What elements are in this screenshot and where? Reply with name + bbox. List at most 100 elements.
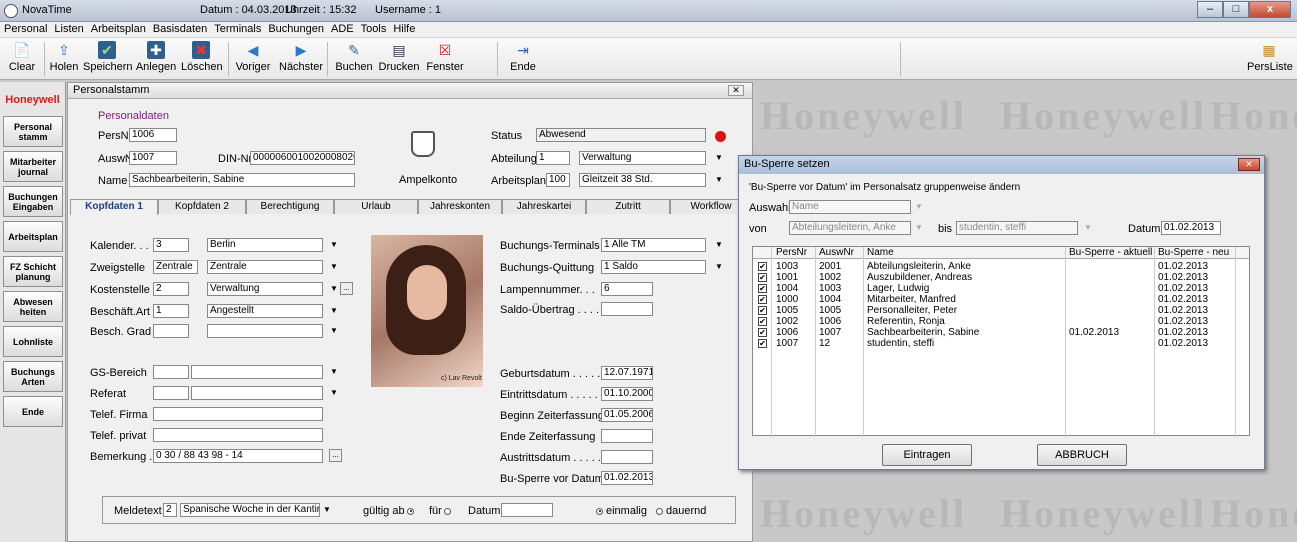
sidebar-item-ende[interactable]: Ende [3, 396, 63, 427]
chevron-down-icon[interactable]: ▼ [714, 240, 724, 250]
table-row[interactable]: ✔ 1002 1006 Referentin, Ronja 01.02.2013 [753, 316, 1249, 327]
referat-nr-field[interactable] [153, 386, 189, 400]
table-row[interactable]: ✔ 1003 2001 Abteilungsleiterin, Anke 01.02.2… [753, 261, 1249, 272]
chevron-down-icon[interactable]: ▼ [914, 223, 924, 233]
sidebar-item-arbeitsplan[interactable]: Arbeitsplan [3, 221, 63, 252]
table-row[interactable]: ✔ 1006 1007 Sachbearbeiterin, Sabine 01.02.2… [753, 327, 1249, 338]
tab-jahreskonten[interactable]: Jahreskonten [418, 199, 502, 214]
name-field[interactable]: Sachbearbeiterin, Sabine [129, 173, 355, 187]
sidebar-item-fz-schichtplanung[interactable]: FZ Schicht planung [3, 256, 63, 287]
saldo-uebertrag-field[interactable] [601, 302, 653, 316]
dialog-datum-field[interactable]: 01.02.2013 [1161, 221, 1221, 235]
sidebar-item-personalstamm[interactable]: Personal stamm [3, 116, 63, 147]
tab-jahreskartei[interactable]: Jahreskartei [502, 199, 586, 214]
chevron-down-icon[interactable]: ▼ [714, 175, 724, 185]
persnr-field[interactable]: 1006 [129, 128, 177, 142]
chevron-down-icon[interactable]: ▼ [914, 202, 924, 212]
kalender-nr-field[interactable]: 3 [153, 238, 189, 252]
chevron-down-icon[interactable]: ▼ [329, 367, 339, 377]
besch-grad-field[interactable] [207, 324, 323, 338]
bis-field[interactable]: studentin, steffi [956, 221, 1078, 235]
abteilung-nr-field[interactable]: 1 [536, 151, 570, 165]
menu-buchungen[interactable]: Buchungen [268, 22, 324, 37]
zweigstelle-nr-field[interactable]: Zentrale [153, 260, 198, 274]
anlegen-button[interactable]: ✚ Anlegen [134, 41, 178, 73]
chevron-down-icon[interactable]: ▼ [329, 284, 339, 294]
browse-kostenstelle-button[interactable]: ... [340, 282, 353, 295]
maximize-button[interactable]: □ [1223, 1, 1249, 18]
besch-grad-nr-field[interactable] [153, 324, 189, 338]
gs-bereich-nr-field[interactable] [153, 365, 189, 379]
holen-button[interactable]: ⇪ Holen [49, 41, 79, 73]
speichern-button[interactable]: ✔ Speichern [83, 41, 133, 73]
auswnr-field[interactable]: 1007 [129, 151, 177, 165]
chevron-down-icon[interactable]: ▼ [714, 262, 724, 272]
row-checkbox[interactable]: ✔ [758, 317, 767, 326]
sidebar-item-abwesenheiten[interactable]: Abwesen heiten [3, 291, 63, 322]
meldetext-nr-field[interactable]: 2 [163, 503, 177, 517]
austrittsdatum-field[interactable] [601, 450, 653, 464]
ende-zeiterfassung-field[interactable] [601, 429, 653, 443]
buchungs-quittung-field[interactable]: 1 Saldo [601, 260, 706, 274]
table-row[interactable]: ✔ 1001 1002 Auszubildener, Andreas 01.02.201… [753, 272, 1249, 283]
close-window-button[interactable]: x [1249, 1, 1291, 18]
chevron-down-icon[interactable]: ▼ [329, 326, 339, 336]
tab-urlaub[interactable]: Urlaub [334, 199, 418, 214]
beschaeftart-field[interactable]: Angestellt [207, 304, 323, 318]
table-row[interactable]: ✔ 1007 12 studentin, steffi 01.02.2013 [753, 338, 1249, 349]
sidebar-item-mitarbeiterjournal[interactable]: Mitarbeiter journal [3, 151, 63, 182]
fuer-radio[interactable] [444, 505, 454, 517]
chevron-down-icon[interactable]: ▼ [1083, 223, 1093, 233]
dauernd-radio[interactable]: dauernd [656, 505, 706, 517]
kalender-field[interactable]: Berlin [207, 238, 323, 252]
arbeitsplan-nr-field[interactable]: 100 [546, 173, 570, 187]
sidebar-item-buchungsarten[interactable]: Buchungs Arten [3, 361, 63, 392]
geburtsdatum-field[interactable]: 12.07.1971 [601, 366, 653, 380]
sidebar-item-lohnliste[interactable]: Lohnliste [3, 326, 63, 357]
menu-tools[interactable]: Tools [361, 22, 387, 37]
menu-listen[interactable]: Listen [54, 22, 83, 37]
gs-bereich-field[interactable] [191, 365, 323, 379]
clear-button[interactable]: 📄 Clear [6, 41, 38, 73]
chevron-down-icon[interactable]: ▼ [322, 505, 332, 515]
abteilung-field[interactable]: Verwaltung [579, 151, 706, 165]
menu-basisdaten[interactable]: Basisdaten [153, 22, 207, 37]
minimize-button[interactable]: – [1197, 1, 1223, 18]
voriger-button[interactable]: ◀ Voriger [234, 41, 272, 73]
table-row[interactable]: ✔ 1005 1005 Personalleiter, Peter 01.02.2013 [753, 305, 1249, 316]
chevron-down-icon[interactable]: ▼ [329, 240, 339, 250]
auswahl-field[interactable]: Name [789, 200, 911, 214]
buchen-button[interactable]: ✎ Buchen [334, 41, 374, 73]
menu-hilfe[interactable]: Hilfe [393, 22, 415, 37]
browse-bemerkung-button[interactable]: ... [329, 449, 342, 462]
tab-kopfdaten-1[interactable]: Kopfdaten 1 [70, 199, 158, 215]
kostenstelle-nr-field[interactable]: 2 [153, 282, 189, 296]
bemerkung-field[interactable]: 0 30 / 88 43 98 - 14 [153, 449, 323, 463]
einmalig-radio[interactable]: einmalig [596, 505, 647, 517]
drucken-button[interactable]: ▤ Drucken [378, 41, 420, 73]
tab-kopfdaten-2[interactable]: Kopfdaten 2 [158, 199, 246, 214]
row-checkbox[interactable]: ✔ [758, 284, 767, 293]
close-icon[interactable]: ✕ [728, 85, 744, 96]
von-field[interactable]: Abteilungsleiterin, Anke [789, 221, 911, 235]
lampennummer-field[interactable]: 6 [601, 282, 653, 296]
loeschen-button[interactable]: ✖ Löschen [181, 41, 223, 73]
buchungs-terminals-field[interactable]: 1 Alle TM [601, 238, 706, 252]
eintrittsdatum-field[interactable]: 01.10.2000 [601, 387, 653, 401]
meldetext-field[interactable]: Spanische Woche in der Kantine [180, 503, 320, 517]
referat-field[interactable] [191, 386, 323, 400]
tab-zutritt[interactable]: Zutritt [586, 199, 670, 214]
tab-berechtigung[interactable]: Berechtigung [246, 199, 334, 214]
menu-terminals[interactable]: Terminals [214, 22, 261, 37]
menu-personal[interactable]: Personal [4, 22, 47, 37]
din-field[interactable]: 00000600100200080204 [250, 151, 355, 165]
chevron-down-icon[interactable]: ▼ [329, 262, 339, 272]
fenster-button[interactable]: ☒ Fenster [425, 41, 465, 73]
meldetext-datum-field[interactable] [501, 503, 553, 517]
row-checkbox[interactable]: ✔ [758, 295, 767, 304]
beginn-zeiterfassung-field[interactable]: 01.05.2006 [601, 408, 653, 422]
bu-sperre-field[interactable]: 01.02.2013 [601, 471, 653, 485]
row-checkbox[interactable]: ✔ [758, 339, 767, 348]
table-row[interactable]: ✔ 1004 1003 Lager, Ludwig 01.02.2013 [753, 283, 1249, 294]
menu-arbeitsplan[interactable]: Arbeitsplan [91, 22, 146, 37]
